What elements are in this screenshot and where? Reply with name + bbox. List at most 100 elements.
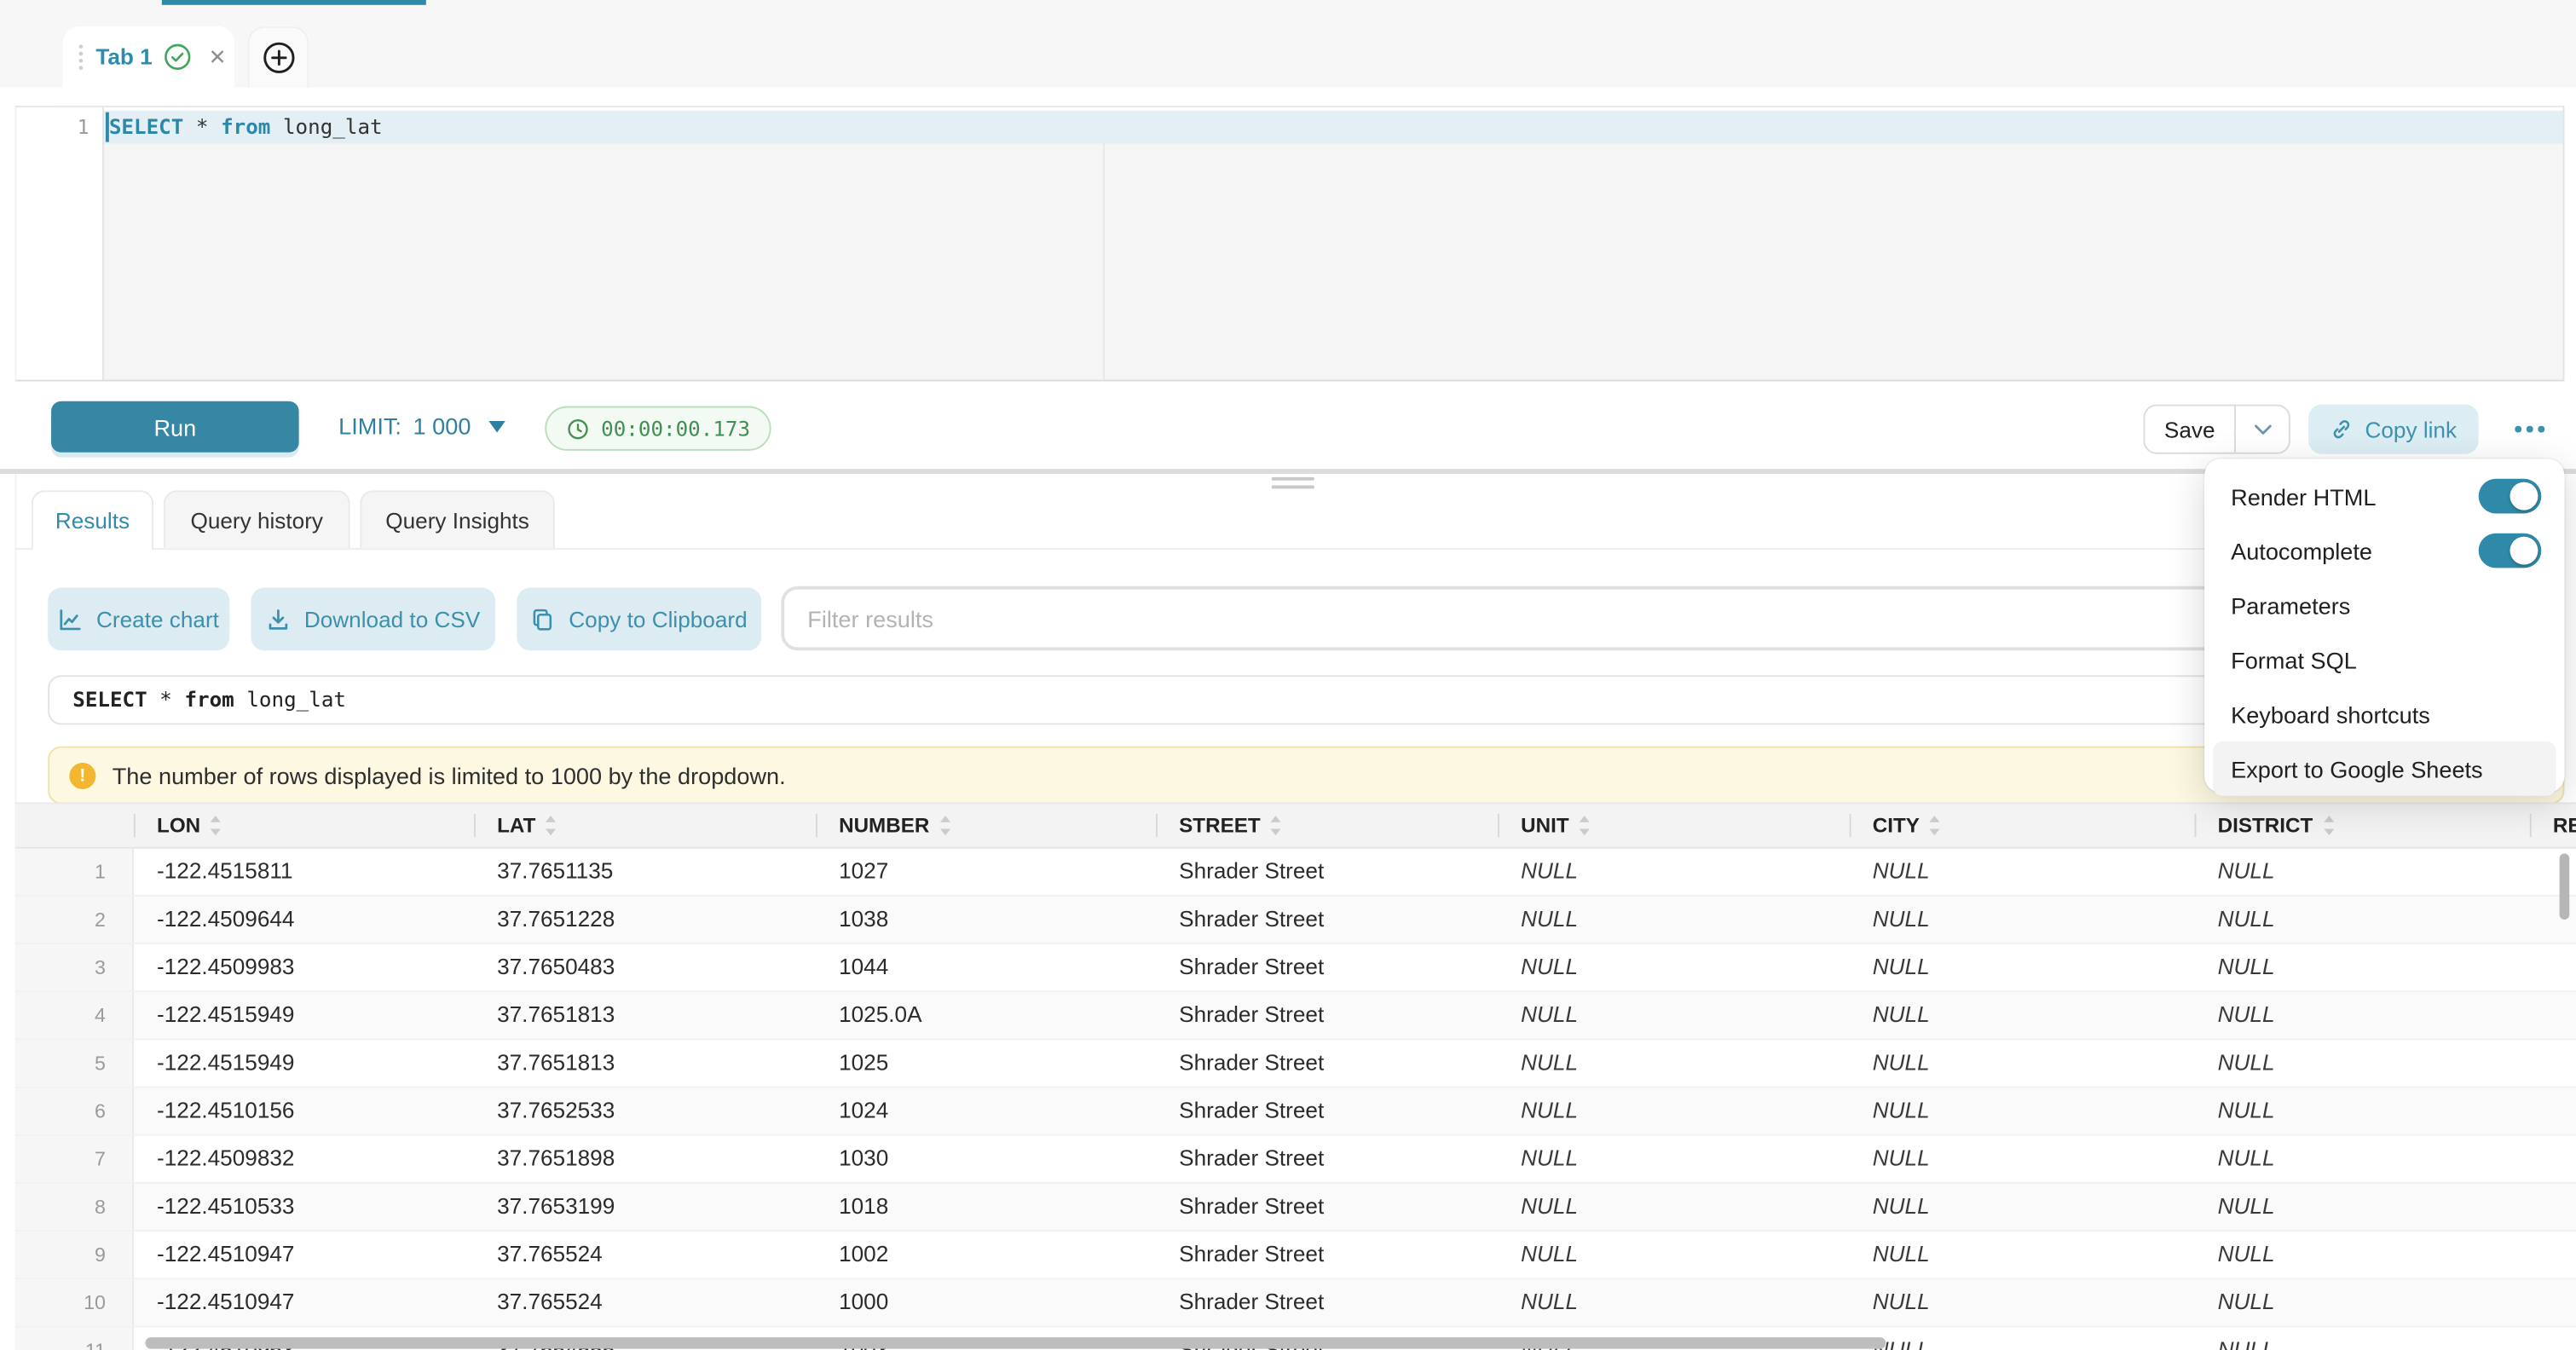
table-cell-number[interactable]: 1025.0A <box>816 992 1156 1038</box>
more-options-button[interactable] <box>2505 414 2555 444</box>
table-cell-unit[interactable]: NULL <box>1498 1279 1850 1325</box>
table-cell-number[interactable]: 1025 <box>816 1040 1156 1086</box>
table-cell-street[interactable]: Shrader Street <box>1156 1232 1498 1278</box>
table-cell-lon[interactable]: -122.4509983 <box>134 944 474 990</box>
render-html-toggle[interactable] <box>2479 479 2542 514</box>
table-row[interactable]: 7-122.450983237.76518981030Shrader Stree… <box>14 1136 2576 1184</box>
column-header-city[interactable]: CITY <box>1850 804 2195 846</box>
table-cell-city[interactable]: NULL <box>1850 1184 2195 1230</box>
table-cell-lat[interactable]: 37.7652533 <box>474 1088 816 1134</box>
table-cell-region[interactable] <box>2530 1040 2576 1086</box>
table-cell-city[interactable]: NULL <box>1850 897 2195 943</box>
table-cell-unit[interactable]: NULL <box>1498 1088 1850 1134</box>
table-row[interactable]: 8-122.451053337.76531991018Shrader Stree… <box>14 1184 2576 1232</box>
column-header-district[interactable]: DISTRICT <box>2195 804 2530 846</box>
download-csv-button[interactable]: Download to CSV <box>251 588 495 651</box>
save-options-button[interactable] <box>2236 407 2289 453</box>
table-cell-region[interactable] <box>2530 944 2576 990</box>
column-header-number[interactable]: NUMBER <box>816 804 1156 846</box>
autocomplete-toggle[interactable] <box>2479 534 2542 568</box>
table-cell-street[interactable]: Shrader Street <box>1156 1088 1498 1134</box>
run-button[interactable]: Run <box>51 401 299 453</box>
table-cell-lon[interactable]: -122.4515949 <box>134 1040 474 1086</box>
column-header-unit[interactable]: UNIT <box>1498 804 1850 846</box>
table-cell-district[interactable]: NULL <box>2195 897 2530 943</box>
table-cell-number[interactable]: 1000 <box>816 1279 1156 1325</box>
menu-item-render-html[interactable]: Render HTML <box>2204 469 2564 523</box>
table-cell-lon[interactable]: -122.4509644 <box>134 897 474 943</box>
table-cell-district[interactable]: NULL <box>2195 1232 2530 1278</box>
copy-clipboard-button[interactable]: Copy to Clipboard <box>517 588 761 651</box>
table-cell-lat[interactable]: 37.7650483 <box>474 944 816 990</box>
new-tab-button[interactable] <box>248 26 309 88</box>
table-cell-unit[interactable]: NULL <box>1498 1136 1850 1182</box>
table-cell-street[interactable]: Shrader Street <box>1156 1136 1498 1182</box>
table-cell-street[interactable]: Shrader Street <box>1156 1279 1498 1325</box>
table-cell-district[interactable]: NULL <box>2195 1184 2530 1230</box>
sql-code-line[interactable]: SELECT * from long_lat <box>109 111 383 144</box>
copy-link-button[interactable]: Copy link <box>2308 405 2479 454</box>
table-cell-number[interactable]: 1027 <box>816 849 1156 895</box>
pane-resize-handle[interactable] <box>1272 477 1314 492</box>
table-cell-lat[interactable]: 37.7651228 <box>474 897 816 943</box>
table-cell-street[interactable]: Shrader Street <box>1156 1184 1498 1230</box>
table-row[interactable]: 3-122.450998337.76504831044Shrader Stree… <box>14 944 2576 992</box>
table-cell-lat[interactable]: 37.765524 <box>474 1279 816 1325</box>
table-cell-street[interactable]: Shrader Street <box>1156 1040 1498 1086</box>
table-cell-unit[interactable]: NULL <box>1498 992 1850 1038</box>
table-cell-unit[interactable]: NULL <box>1498 897 1850 943</box>
table-row[interactable]: 10-122.451094737.7655241000Shrader Stree… <box>14 1279 2576 1327</box>
table-cell-city[interactable]: NULL <box>1850 992 2195 1038</box>
table-cell-city[interactable]: NULL <box>1850 1088 2195 1134</box>
table-cell-street[interactable]: Shrader Street <box>1156 897 1498 943</box>
table-cell-lon[interactable]: -122.4515949 <box>134 992 474 1038</box>
vertical-scrollbar[interactable] <box>2560 854 2570 920</box>
table-cell-number[interactable]: 1030 <box>816 1136 1156 1182</box>
tab-query-insights[interactable]: Query Insights <box>360 490 555 548</box>
table-cell-region[interactable] <box>2530 1088 2576 1134</box>
menu-item-keyboard-shortcuts[interactable]: Keyboard shortcuts <box>2204 687 2564 741</box>
table-cell-number[interactable]: 1024 <box>816 1088 1156 1134</box>
table-cell-district[interactable]: NULL <box>2195 849 2530 895</box>
table-cell-street[interactable]: Shrader Street <box>1156 992 1498 1038</box>
table-cell-region[interactable] <box>2530 1136 2576 1182</box>
table-cell-region[interactable] <box>2530 1184 2576 1230</box>
table-row[interactable]: 9-122.451094737.7655241002Shrader Street… <box>14 1232 2576 1279</box>
table-cell-number[interactable]: 1038 <box>816 897 1156 943</box>
table-cell-lon[interactable]: -122.4510533 <box>134 1184 474 1230</box>
table-cell-lat[interactable]: 37.7651135 <box>474 849 816 895</box>
table-cell-city[interactable]: NULL <box>1850 849 2195 895</box>
table-cell-lat[interactable]: 37.7651813 <box>474 992 816 1038</box>
horizontal-scrollbar[interactable] <box>145 1337 1886 1349</box>
table-cell-region[interactable] <box>2530 1327 2576 1350</box>
table-cell-lon[interactable]: -122.4510947 <box>134 1279 474 1325</box>
table-cell-number[interactable]: 1002 <box>816 1232 1156 1278</box>
table-cell-lat[interactable]: 37.765524 <box>474 1232 816 1278</box>
column-header-region[interactable]: RE <box>2530 804 2576 846</box>
table-cell-number[interactable]: 1044 <box>816 944 1156 990</box>
table-cell-unit[interactable]: NULL <box>1498 1232 1850 1278</box>
table-cell-district[interactable]: NULL <box>2195 992 2530 1038</box>
table-cell-lon[interactable]: -122.4510156 <box>134 1088 474 1134</box>
table-cell-region[interactable] <box>2530 1232 2576 1278</box>
table-row[interactable]: 5-122.451594937.76518131025Shrader Stree… <box>14 1040 2576 1088</box>
table-cell-lat[interactable]: 37.7651898 <box>474 1136 816 1182</box>
sql-code-editor[interactable]: 1 SELECT * from long_lat <box>14 106 2564 382</box>
column-header-lon[interactable]: LON <box>134 804 474 846</box>
pane-resize-divider[interactable] <box>0 469 2576 474</box>
table-cell-district[interactable]: NULL <box>2195 1279 2530 1325</box>
create-chart-button[interactable]: Create chart <box>48 588 229 651</box>
tab-query-history[interactable]: Query history <box>164 490 350 548</box>
table-cell-street[interactable]: Shrader Street <box>1156 849 1498 895</box>
table-cell-district[interactable]: NULL <box>2195 1327 2530 1350</box>
editor-background[interactable] <box>104 144 2562 380</box>
menu-item-export-google-sheets[interactable]: Export to Google Sheets <box>2213 741 2556 796</box>
table-cell-city[interactable]: NULL <box>1850 1232 2195 1278</box>
table-cell-city[interactable]: NULL <box>1850 1279 2195 1325</box>
table-cell-city[interactable]: NULL <box>1850 944 2195 990</box>
save-button[interactable]: Save <box>2145 407 2236 453</box>
table-row[interactable]: 4-122.451594937.76518131025.0AShrader St… <box>14 992 2576 1040</box>
table-cell-number[interactable]: 1018 <box>816 1184 1156 1230</box>
column-header-street[interactable]: STREET <box>1156 804 1498 846</box>
table-cell-unit[interactable]: NULL <box>1498 1184 1850 1230</box>
